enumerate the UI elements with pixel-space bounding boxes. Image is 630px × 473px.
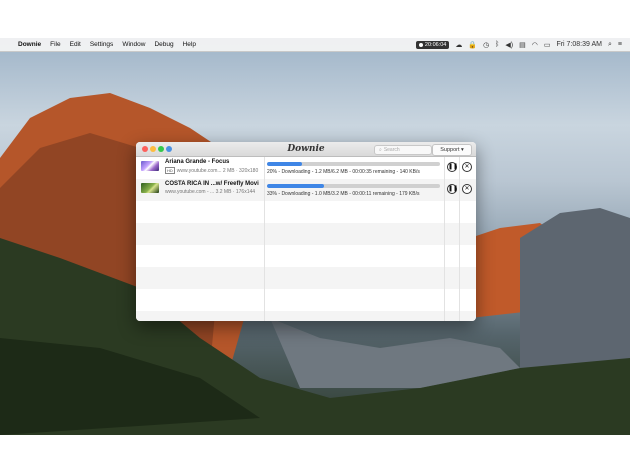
battery-icon[interactable]: ▭ xyxy=(544,41,551,49)
spotlight-icon[interactable]: ⌕ xyxy=(608,41,612,49)
support-button[interactable]: Support ▾ xyxy=(432,144,472,156)
menu-app-name[interactable]: Downie xyxy=(18,41,41,48)
search-field[interactable]: ⌕ Search xyxy=(374,145,432,155)
bottom-margin xyxy=(0,435,630,473)
list-stripe xyxy=(136,223,476,245)
list-stripe xyxy=(136,267,476,289)
video-thumbnail xyxy=(141,161,159,171)
download-source: www.youtube.com... xyxy=(176,167,222,174)
list-stripe xyxy=(136,311,476,321)
menu-window[interactable]: Window xyxy=(122,41,145,48)
pause-icon: ❚❚ xyxy=(448,164,459,170)
title-bar[interactable]: Downie ⌕ Search Support ▾ xyxy=(136,142,476,157)
recording-indicator[interactable]: 20:06:04 xyxy=(415,40,450,49)
progress-fill xyxy=(267,184,325,188)
download-row[interactable]: Ariana Grande - Focus HD www.youtube.com… xyxy=(136,157,476,179)
notification-center-icon[interactable]: ≡ xyxy=(618,41,622,48)
cancel-icon: ✕ xyxy=(464,186,470,192)
cancel-icon: ✕ xyxy=(464,164,470,170)
download-list: Ariana Grande - Focus HD www.youtube.com… xyxy=(136,157,476,321)
cancel-button[interactable]: ✕ xyxy=(462,184,472,194)
progress-bar xyxy=(267,162,440,166)
search-icon: ⌕ xyxy=(379,147,382,153)
download-meta: HD www.youtube.com... 2 MB · 320x180 xyxy=(165,167,258,174)
pause-icon: ❚❚ xyxy=(448,186,459,192)
download-row[interactable]: COSTA RICA IN ...w/ Freefly Movi www.you… xyxy=(136,179,476,201)
download-title: COSTA RICA IN ...w/ Freefly Movi xyxy=(165,181,259,187)
pause-button[interactable]: ❚❚ xyxy=(447,184,459,194)
download-status: 20% - Downloading - 1.2 MB/6.2 MB - 00:0… xyxy=(267,169,420,175)
download-source: www.youtube.com - ... xyxy=(165,189,215,195)
recording-time: 20:06:04 xyxy=(424,41,447,48)
menu-edit[interactable]: Edit xyxy=(70,41,81,48)
list-stripe xyxy=(136,289,476,311)
list-stripe xyxy=(136,245,476,267)
cloud-icon[interactable]: ☁ xyxy=(455,41,462,49)
downie-window: Downie ⌕ Search Support ▾ Ariana Grande -… xyxy=(136,142,476,321)
download-meta: www.youtube.com - ... 3.2 MB · 176x144 xyxy=(165,189,255,195)
download-status: 33% - Downloading - 1.0 MB/3.2 MB - 00:0… xyxy=(267,191,420,197)
flag-icon[interactable]: ▤ xyxy=(519,41,526,49)
progress-fill xyxy=(267,162,302,166)
menu-help[interactable]: Help xyxy=(183,41,196,48)
video-thumbnail xyxy=(141,183,159,193)
hd-badge: HD xyxy=(165,167,175,174)
list-stripe xyxy=(136,201,476,223)
menu-bar: Downie File Edit Settings Window Debug H… xyxy=(0,38,630,52)
menu-settings[interactable]: Settings xyxy=(90,41,114,48)
download-title: Ariana Grande - Focus xyxy=(165,159,230,165)
progress-bar xyxy=(267,184,440,188)
pause-button[interactable]: ❚❚ xyxy=(447,162,459,172)
download-details: 3.2 MB · 176x144 xyxy=(215,189,256,195)
record-icon xyxy=(418,42,423,47)
clock[interactable]: Fri 7:08:39 AM xyxy=(556,41,602,48)
menu-debug[interactable]: Debug xyxy=(154,41,173,48)
search-placeholder: Search xyxy=(383,147,400,153)
lock-icon[interactable]: 🔒 xyxy=(468,41,477,49)
wifi-icon[interactable]: ◠ xyxy=(532,41,538,49)
download-details: 2 MB · 320x180 xyxy=(222,167,259,174)
menu-file[interactable]: File xyxy=(50,41,60,48)
cancel-button[interactable]: ✕ xyxy=(462,162,472,172)
time-machine-icon[interactable]: ◷ xyxy=(483,41,489,49)
volume-icon[interactable]: ◀) xyxy=(505,41,513,49)
menu-extras: 20:06:04 ☁ 🔒 ◷ ᛒ ◀) ▤ ◠ ▭ Fri 7:08:39 AM… xyxy=(415,38,622,51)
bluetooth-icon[interactable]: ᛒ xyxy=(495,41,499,48)
